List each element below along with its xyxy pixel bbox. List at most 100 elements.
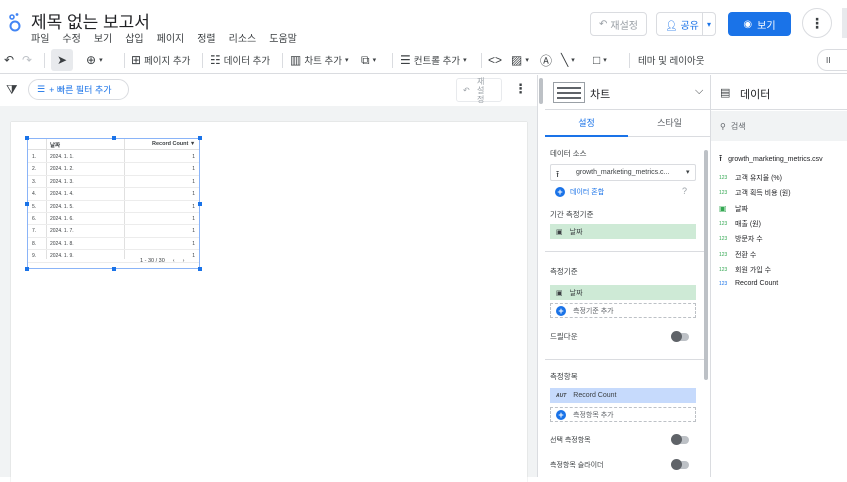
field-search-input[interactable]: ⚲ 검색 <box>711 111 847 141</box>
more-options-icon[interactable]: ⋮ <box>802 8 832 38</box>
reset-filter-button[interactable]: ↶ 재설정 <box>456 77 502 104</box>
share-button[interactable]: 👤︎ 공유 ▾ <box>656 12 716 36</box>
table-row[interactable]: 5. 2024. 1. 5. 1 <box>28 201 199 213</box>
looker-studio-logo-icon[interactable] <box>8 12 22 32</box>
data-source-row[interactable]: ⭱ growth_marketing_metrics.csv <box>719 151 823 167</box>
data-source-name: growth_marketing_metrics.csv <box>728 155 823 163</box>
table-row[interactable]: 4. 2024. 1. 4. 1 <box>28 188 199 201</box>
view-label: 보기 <box>757 20 776 32</box>
table-chart[interactable]: 날짜 Record Count ▼ 1. 2024. 1. 1. 1 2. 2024. … <box>27 138 200 269</box>
select-cursor-icon[interactable]: ➤ <box>51 49 73 71</box>
table-row[interactable]: 2. 2024. 1. 2. 1 <box>28 163 199 176</box>
date-range-dimension-chip[interactable]: ▣ 날짜 <box>550 224 696 239</box>
help-icon[interactable]: ? <box>682 186 687 196</box>
field-item[interactable]: 123 Record Count <box>719 280 778 287</box>
redo-icon[interactable]: ↷ <box>22 46 32 74</box>
field-item[interactable]: 123 고객 유지율 (%) <box>719 173 782 183</box>
panel-resize-divider[interactable] <box>537 75 545 477</box>
view-button[interactable]: ◉ 보기 <box>728 12 791 36</box>
chevron-down-icon[interactable]: ⌵ <box>695 85 703 98</box>
field-item[interactable]: 123 전환 수 <box>719 250 756 260</box>
metric-slider-toggle[interactable] <box>671 459 689 470</box>
menu-view[interactable]: 보기 <box>94 30 112 45</box>
table-row[interactable]: 8. 2024. 1. 8. 1 <box>28 238 199 251</box>
row-value: 1 <box>192 154 195 160</box>
column-header-record-count[interactable]: Record Count ▼ <box>152 141 195 147</box>
table-chart-type-icon[interactable] <box>553 82 585 103</box>
next-page-icon[interactable]: › <box>183 258 185 264</box>
table-row[interactable]: 3. 2024. 1. 3. 1 <box>28 176 199 189</box>
field-item[interactable]: 123 매출 (원) <box>719 219 761 229</box>
field-item[interactable]: 123 방문자 수 <box>719 234 763 244</box>
row-number: 8. <box>32 240 37 247</box>
embed-code-icon[interactable]: <> <box>488 46 502 74</box>
table-row[interactable]: 1. 2024. 1. 1. 1 <box>28 151 199 164</box>
theme-layout-button[interactable]: 테마 및 레이아웃 <box>638 46 704 74</box>
filter-icon[interactable]: ⧩ <box>6 82 18 98</box>
image-icon[interactable]: ▨ ▾ <box>511 46 529 74</box>
prev-page-icon[interactable]: ‹ <box>173 258 175 264</box>
panel-grip-handle[interactable] <box>539 78 543 104</box>
reset-button[interactable]: ↶ 재설정 <box>590 12 647 36</box>
undo-icon[interactable]: ↶ <box>4 46 14 74</box>
setup-body: 데이터 소스 ⭱ growth_marketing_metrics.c... ▾… <box>545 137 711 477</box>
menu-file[interactable]: 파일 <box>31 30 49 45</box>
shape-icon[interactable]: □ ▾ <box>593 46 607 74</box>
resize-handle[interactable] <box>25 202 29 206</box>
menu-bar: 파일 수정 보기 삽입 페이지 정렬 리소스 도움말 <box>31 30 310 45</box>
add-chart-icon: ▥ <box>290 53 302 67</box>
drilldown-toggle[interactable] <box>671 331 689 342</box>
table-row[interactable]: 6. 2024. 1. 6. 1 <box>28 213 199 226</box>
row-value: 1 <box>192 216 195 222</box>
filter-more-icon[interactable]: ⋮ <box>514 81 527 97</box>
column-header-date[interactable]: 날짜 <box>50 141 60 149</box>
menu-insert[interactable]: 삽입 <box>125 30 143 45</box>
add-data-button[interactable]: ☷ 데이터 추가 <box>210 46 270 74</box>
add-dimension-label: 측정기준 추가 <box>573 307 614 315</box>
add-control-button[interactable]: ☰ 컨트롤 추가 ▾ <box>400 46 467 74</box>
data-source-select[interactable]: ⭱ growth_marketing_metrics.c... ▾ <box>550 164 696 181</box>
field-item[interactable]: ▣ 날짜 <box>719 204 748 214</box>
row-date: 2024. 1. 4. <box>50 191 74 198</box>
dimension-chip[interactable]: ▣ 날짜 <box>550 285 696 300</box>
panel-scrollbar[interactable] <box>704 150 708 380</box>
tab-setup[interactable]: 설정 <box>545 111 628 137</box>
menu-resource[interactable]: 리소스 <box>229 30 257 45</box>
resize-handle[interactable] <box>198 267 202 271</box>
resize-handle[interactable] <box>198 136 202 140</box>
resize-handle[interactable] <box>25 267 29 271</box>
add-chart-button[interactable]: ▥ 차트 추가 ▾ <box>290 46 348 74</box>
add-metric-button[interactable]: + 측정항목 추가 <box>550 407 696 422</box>
tab-style[interactable]: 스타일 <box>628 111 711 137</box>
metric-chip[interactable]: AUT Record Count <box>550 388 696 403</box>
resize-handle[interactable] <box>112 136 116 140</box>
add-page-button[interactable]: ⊞ 페이지 추가 <box>131 46 190 74</box>
search-placeholder: 검색 <box>730 121 746 131</box>
add-dimension-button[interactable]: + 측정기준 추가 <box>550 303 696 318</box>
field-item[interactable]: 123 회원 가입 수 <box>719 265 771 275</box>
resize-handle[interactable] <box>25 136 29 140</box>
blend-data-button[interactable]: + 데이터 혼합 <box>555 187 604 197</box>
date-range-dimension-value: 날짜 <box>569 228 583 236</box>
menu-arrange[interactable]: 정렬 <box>197 30 215 45</box>
upload-icon: ⭱ <box>556 169 560 179</box>
pager-label: 1 - 30 / 30 <box>140 258 165 264</box>
plus-circle-icon: + <box>555 187 565 197</box>
zoom-icon[interactable]: ⊕ ▾ <box>86 46 103 74</box>
pause-updates-button[interactable]: II <box>817 49 847 71</box>
resize-handle[interactable] <box>198 202 202 206</box>
community-viz-icon[interactable]: ⧉ ▾ <box>361 46 376 74</box>
line-icon[interactable]: ╲ ▾ <box>561 46 575 74</box>
share-dropdown-icon[interactable]: ▾ <box>702 13 715 35</box>
row-date: 2024. 1. 6. <box>50 216 74 222</box>
table-row[interactable]: 7. 2024. 1. 7. 1 <box>28 225 199 238</box>
add-quick-filter-button[interactable]: ☰ + 빠른 필터 추가 <box>28 79 129 100</box>
field-item[interactable]: 123 고객 획득 비용 (원) <box>719 188 791 198</box>
menu-edit[interactable]: 수정 <box>62 30 80 45</box>
report-page[interactable]: 날짜 Record Count ▼ 1. 2024. 1. 1. 1 2. 2024. … <box>11 122 527 482</box>
menu-help[interactable]: 도움말 <box>269 30 297 45</box>
menu-page[interactable]: 페이지 <box>157 30 185 45</box>
optional-metrics-toggle[interactable] <box>671 434 689 445</box>
resize-handle[interactable] <box>112 267 116 271</box>
text-box-icon[interactable]: Ⓐ <box>540 46 552 74</box>
